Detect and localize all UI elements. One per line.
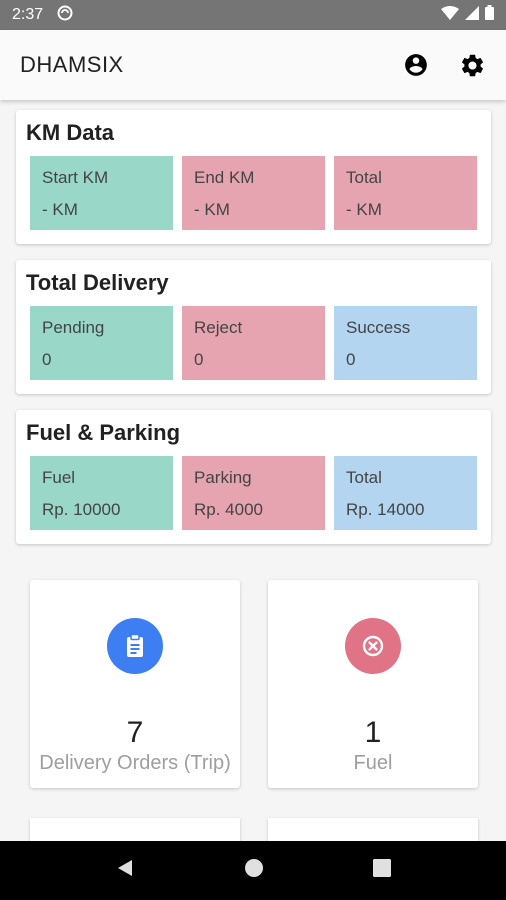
clipboard-icon <box>107 618 163 674</box>
status-bar: 2:37 <box>0 0 506 30</box>
km-data-card: KM Data Start KM - KM End KM - KM Total … <box>16 110 491 244</box>
home-icon[interactable] <box>244 858 264 883</box>
next-stat-card-right[interactable] <box>268 818 478 841</box>
parking-value: Rp. 4000 <box>194 500 263 519</box>
fuel-total-tile: Total Rp. 14000 <box>334 456 477 530</box>
end-km-tile: End KM - KM <box>182 156 325 230</box>
reject-label: Reject <box>194 318 243 337</box>
fuel-stat-card[interactable]: 1 Fuel <box>268 580 478 788</box>
parking-tile: Parking Rp. 4000 <box>182 456 325 530</box>
settings-gear-icon[interactable] <box>459 52 486 79</box>
total-km-label: Total <box>346 168 382 187</box>
start-km-tile: Start KM - KM <box>30 156 173 230</box>
system-nav-bar <box>0 841 506 900</box>
success-tile: Success 0 <box>334 306 477 380</box>
end-km-value: - KM <box>194 200 230 219</box>
start-km-label: Start KM <box>42 168 109 187</box>
pending-label: Pending <box>42 318 105 337</box>
wifi-icon <box>441 5 459 25</box>
pending-value: 0 <box>42 350 52 369</box>
fuel-parking-title: Fuel & Parking <box>26 420 181 445</box>
reject-value: 0 <box>194 350 204 369</box>
total-km-value: - KM <box>346 200 382 219</box>
reject-tile: Reject 0 <box>182 306 325 380</box>
end-km-label: End KM <box>194 168 255 187</box>
pending-tile: Pending 0 <box>30 306 173 380</box>
start-km-value: - KM <box>42 200 78 219</box>
total-delivery-card: Total Delivery Pending 0 Reject 0 Succes… <box>16 260 491 394</box>
fuel-stat-label: Fuel <box>353 752 393 774</box>
km-data-title: KM Data <box>26 120 115 145</box>
fuel-stat-count: 1 <box>364 716 382 749</box>
fuel-tile: Fuel Rp. 10000 <box>30 456 173 530</box>
fuel-value: Rp. 10000 <box>42 500 121 519</box>
success-label: Success <box>346 318 411 337</box>
fuel-parking-card: Fuel & Parking Fuel Rp. 10000 Parking Rp… <box>16 410 491 544</box>
cancel-icon <box>345 618 401 674</box>
dashboard-content[interactable]: KM Data Start KM - KM End KM - KM Total … <box>0 100 506 841</box>
recents-icon[interactable] <box>373 859 392 882</box>
sync-status-icon <box>57 5 73 26</box>
account-icon[interactable] <box>403 52 429 78</box>
total-delivery-title: Total Delivery <box>26 270 169 295</box>
signal-icon <box>465 5 479 25</box>
success-value: 0 <box>346 350 356 369</box>
status-time: 2:37 <box>12 6 44 23</box>
fuel-label: Fuel <box>42 468 76 487</box>
delivery-orders-label: Delivery Orders (Trip) <box>39 752 231 774</box>
back-icon[interactable] <box>115 858 135 883</box>
fuel-total-value: Rp. 14000 <box>346 500 425 519</box>
delivery-orders-card[interactable]: 7 Delivery Orders (Trip) <box>30 580 240 788</box>
delivery-orders-count: 7 <box>126 716 144 749</box>
app-title: DHAMSIX <box>20 52 124 77</box>
parking-label: Parking <box>194 468 252 487</box>
next-stat-card-left[interactable] <box>30 818 240 841</box>
fuel-total-label: Total <box>346 468 382 487</box>
total-km-tile: Total - KM <box>334 156 477 230</box>
app-bar: DHAMSIX <box>0 30 506 100</box>
battery-icon <box>485 5 494 25</box>
